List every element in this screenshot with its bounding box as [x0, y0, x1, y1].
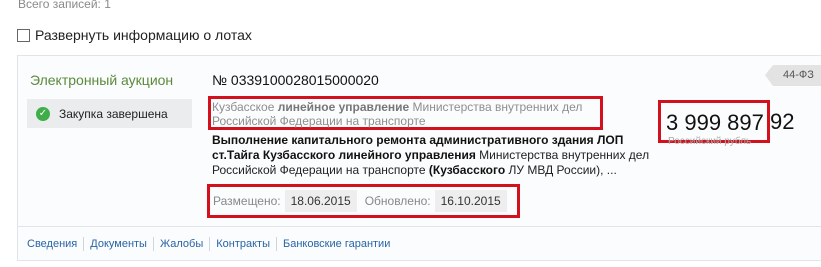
- org-name-part: Кузбасское: [212, 100, 278, 114]
- updated-date: 16.10.2015: [434, 190, 507, 212]
- status-badge: ✓ Закупка завершена: [27, 99, 192, 128]
- tab-complaints[interactable]: Жалобы: [154, 236, 211, 251]
- updated-label: Обновлено:: [364, 194, 431, 208]
- tab-documents[interactable]: Документы: [84, 236, 154, 251]
- tab-bank-guarantees[interactable]: Банковские гарантии: [277, 237, 396, 251]
- dates-box: Размещено: 18.06.2015 Обновлено: 16.10.2…: [207, 184, 520, 218]
- price-value: 3 999 897: [666, 110, 764, 135]
- procedure-type: Электронный аукцион: [30, 72, 174, 88]
- check-circle-icon: ✓: [36, 106, 50, 121]
- law-tag: 44-ФЗ: [765, 65, 821, 86]
- subject-text: ЛУ МВД России), ...: [505, 163, 617, 177]
- posted-date: 18.06.2015: [284, 190, 357, 212]
- subject-bold: (Кузбасского: [428, 163, 506, 177]
- org-name-bold: линейное управление: [277, 100, 410, 114]
- customer-org-link[interactable]: Кузбасское линейное управление Министерс…: [208, 96, 603, 130]
- expand-lots-checkbox[interactable]: [17, 28, 30, 42]
- status-text: Закупка завершена: [59, 106, 168, 121]
- tab-contracts[interactable]: Контракты: [210, 236, 277, 251]
- posted-label: Размещено:: [213, 194, 281, 208]
- purchase-card: Электронный аукцион ✓ Закупка завершена …: [17, 55, 821, 261]
- purchase-number-link[interactable]: № 0339100028015000020: [212, 72, 379, 88]
- purchase-subject: Выполнение капитального ремонта админист…: [212, 133, 662, 178]
- card-tabs: Сведения Документы Жалобы Контракты Банк…: [18, 226, 821, 260]
- total-records: Всего записей: 1: [18, 0, 111, 11]
- expand-lots-toggle[interactable]: Развернуть информацию о лотах: [17, 27, 252, 43]
- expand-lots-label: Развернуть информацию о лотах: [35, 27, 252, 43]
- currency-label: Российский рубль: [668, 136, 752, 147]
- price-kopecks: 92: [770, 109, 795, 134]
- tab-info[interactable]: Сведения: [21, 236, 85, 251]
